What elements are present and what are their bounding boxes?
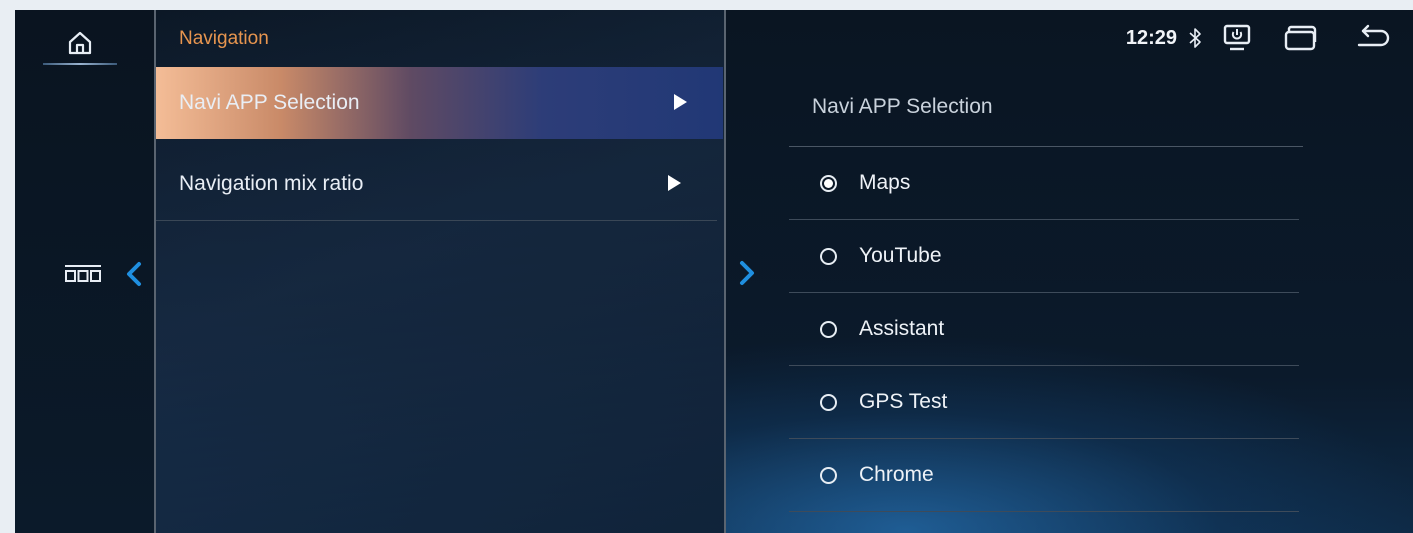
radio-unselected-icon[interactable] [820,393,837,411]
option-label: GPS Test [859,390,948,413]
option-assistant[interactable]: Assistant [789,293,1299,366]
status-bar: 12:29 [713,10,1413,66]
settings-menu: Navigation Navi APP Selection Navigation… [156,10,726,533]
radio-unselected-icon[interactable] [820,466,837,484]
screen: Navigation Navi APP Selection Navigation… [15,10,1413,533]
windows-icon [1284,25,1317,51]
back-button[interactable] [1353,24,1391,52]
menu-item-label: Navigation mix ratio [179,172,364,195]
option-maps[interactable]: Maps [789,147,1299,220]
panel-title: Navi APP Selection [812,95,993,118]
option-label: Maps [859,171,911,194]
options-panel: 12:29 Navi APP Selection Maps YouTube As… [726,10,1413,533]
radio-selected-icon[interactable] [820,174,837,192]
back-icon [1357,24,1390,47]
menu-item-navi-app-selection[interactable]: Navi APP Selection [156,67,723,139]
home-icon [68,31,92,55]
screen-cast-button[interactable] [1221,24,1253,52]
menu-title: Navigation [179,28,269,49]
windows-button[interactable] [1283,24,1319,52]
play-arrow-icon [674,94,687,110]
expand-right-button[interactable] [736,257,758,289]
screen-cast-icon [1223,24,1251,51]
menu-item-navigation-mix-ratio[interactable]: Navigation mix ratio [156,148,717,221]
radio-unselected-icon[interactable] [820,247,837,265]
option-chrome[interactable]: Chrome [789,439,1299,512]
chevron-left-icon [127,262,141,286]
option-gps-test[interactable]: GPS Test [789,366,1299,439]
option-label: YouTube [859,244,942,267]
left-rail [15,10,156,533]
option-label: Chrome [859,463,934,486]
option-youtube[interactable]: YouTube [789,220,1299,293]
play-arrow-icon [668,175,681,191]
menu-item-label: Navi APP Selection [179,91,360,114]
home-button[interactable] [43,22,117,64]
chevron-right-icon [740,261,754,285]
collapse-left-button[interactable] [123,259,145,289]
apps-button[interactable] [63,264,103,284]
clock: 12:29 [1125,26,1177,49]
radio-unselected-icon[interactable] [820,320,837,338]
apps-icon [65,265,101,282]
bluetooth-icon [1183,27,1207,49]
home-underline [43,63,117,65]
option-label: Assistant [859,317,945,340]
